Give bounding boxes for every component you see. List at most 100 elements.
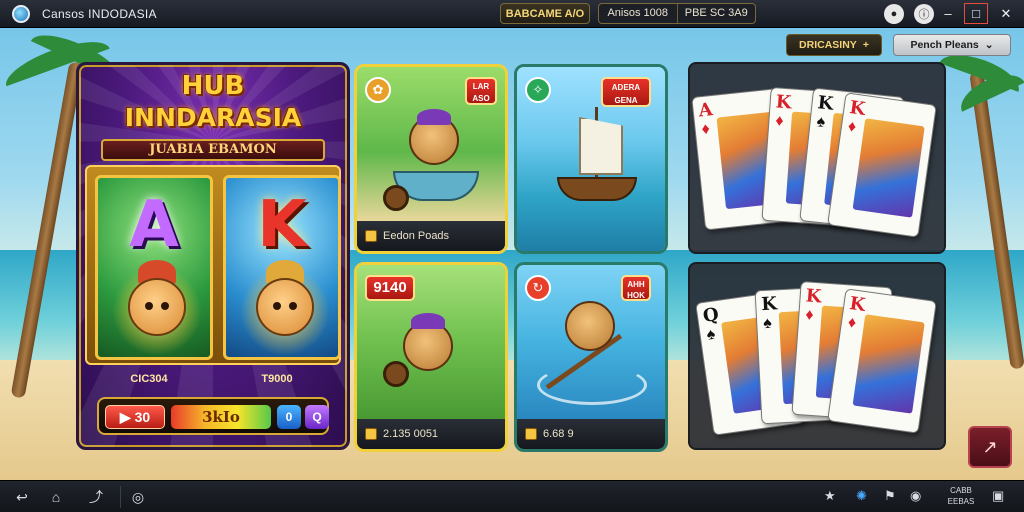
tile-tag: ADERA GENA [601,77,651,107]
refresh-icon: ↻ [525,275,551,301]
mini-button-purple[interactable]: Q [305,405,329,429]
back-icon[interactable]: ↩ [12,488,32,506]
card-rank: K [816,92,835,115]
stats-pill-group: Anisos 1008 PBE SC 3A9 [598,3,756,24]
reel-a-value: CIC304 [130,373,168,385]
tile-footer: 2.135 0051 [357,419,505,449]
card-rank: K [775,91,793,114]
reel-letter: K [257,188,307,262]
chevron-down-icon: ⌄ [984,39,994,51]
share-icon: ↗ [982,436,998,457]
critter-mascot-icon [256,278,314,336]
share-button[interactable]: ↗ [968,426,1012,468]
tile-footer: 6.68 9 [517,419,665,449]
spade-icon: ♠ [762,314,773,333]
game-tile-paddle-dog[interactable]: ↻ AHH HOK 6.68 9 [514,262,668,452]
hub-subtitle-banner: JUABIA EBAMON [101,139,325,161]
dricasiny-label: DRICASINY [799,39,857,51]
play-icon: ▶ [119,408,131,425]
maximize-button[interactable]: □ [964,3,988,24]
ship-icon [557,177,637,201]
spade-icon: ♠ [705,325,717,344]
palm-tree-right [969,70,1024,370]
card-panel-bottom[interactable]: Q ♠ K ♠ K ♦ K ♦ [688,262,946,450]
card-rank: K [760,293,778,316]
hub-title-line2: INNDARASIA [124,103,302,132]
reel-letter: A [129,188,179,262]
info-icon[interactable]: ⓘ [914,4,934,24]
card-rank: A [697,99,714,122]
palm-tree-left [10,61,84,399]
hub-slot-panel[interactable]: HUB INNDARASIA JUABIA EBAMON A K CIC304 … [76,62,350,450]
app-logo-icon [12,5,30,23]
pench-pleans-label: Pench Pleans [910,39,979,51]
diamond-icon: ♦ [846,117,858,136]
leaf-icon: ✿ [365,77,391,103]
stat-pbe[interactable]: PBE SC 3A9 [676,4,756,23]
cap-icon [417,109,451,125]
pench-pleans-dropdown[interactable]: Pench Pleans ⌄ [893,34,1011,56]
wheel-icon [383,185,409,211]
tile-footer-label: 6.68 9 [543,428,574,440]
diamond-icon: ♦ [804,306,815,324]
star-icon[interactable]: ★ [824,488,836,504]
tile-footer-label: Eedon Poads [383,230,450,242]
recent-icon[interactable]: ⤴ [86,488,106,506]
chrome-icon[interactable]: ✺ [856,488,867,504]
card-rank: K [848,293,867,317]
taskbar-divider [120,486,121,508]
card-rank: K [848,97,867,121]
reel-values: CIC304 T9000 [85,369,341,389]
card-rank: Q [701,303,721,327]
card-face-art [852,118,925,218]
spin-bar: ▶ 30 3kIo 0 Q [97,397,329,435]
balance-pill[interactable]: BABCAME A/O [500,3,590,24]
dricasiny-button[interactable]: DRICASINY + [786,34,882,56]
jackpot-display: 3kIo [171,405,271,429]
github-icon[interactable]: ● [884,4,904,24]
hub-title: HUB [181,71,245,101]
playing-card[interactable]: K ♦ [827,92,937,238]
plus-icon: + [862,39,869,51]
settings-icon[interactable]: ◎ [128,488,148,506]
compass-icon: ✧ [525,77,551,103]
reel-k-value: T9000 [261,373,293,385]
close-button[interactable]: ✕ [994,3,1018,24]
coin-icon [365,230,377,242]
home-icon[interactable]: ⌂ [46,488,66,506]
flag-icon[interactable]: ⚑ [884,488,896,504]
card-panel-top[interactable]: A ♦ K ♦ K ♠ K ♦ [688,62,946,254]
card-rank: K [805,285,823,308]
game-tile-sailing-ship[interactable]: ✧ ADERA GENA [514,64,668,254]
cap-icon [411,313,445,329]
minimize-button[interactable]: – [936,3,960,24]
spin-label: 30 [134,409,151,425]
wifi-icon[interactable]: ◉ [910,488,921,504]
diamond-icon: ♦ [700,120,711,139]
spin-button[interactable]: ▶ 30 [105,405,165,429]
coin-icon [365,428,377,440]
sail-icon [579,117,623,175]
game-tile-wheel-rider[interactable]: 9140 2.135 0051 [354,262,508,452]
tile-tag: AHH HOK [621,275,651,301]
tile-tag: LAR ASO [465,77,497,105]
reel-frame: A K [85,165,341,365]
game-tile-cart-rider[interactable]: ✿ LAR ASO Eedon Poads [354,64,508,254]
app-title: Cansos INDODASIA [42,7,157,21]
tile-tag: 9140 [365,275,415,301]
dog-mascot-icon [565,301,615,351]
playing-card[interactable]: K ♦ [827,288,937,434]
title-bar: Cansos INDODASIA BABCAME A/O Anisos 1008… [0,0,1024,28]
diamond-icon: ♦ [846,313,858,332]
clock-line2: EEBAS [947,497,975,506]
stat-anisos[interactable]: Anisos 1008 [599,4,677,23]
reel-a[interactable]: A [95,175,213,360]
card-face-art [852,314,925,414]
coin-icon [525,428,537,440]
reel-k[interactable]: K [223,175,341,360]
mini-button-blue[interactable]: 0 [277,405,301,429]
spade-icon: ♠ [815,113,827,131]
battery-icon[interactable]: ▣ [992,488,1004,504]
critter-mascot-icon [128,278,186,336]
taskbar-clock[interactable]: CABB EEBAS [940,485,982,507]
